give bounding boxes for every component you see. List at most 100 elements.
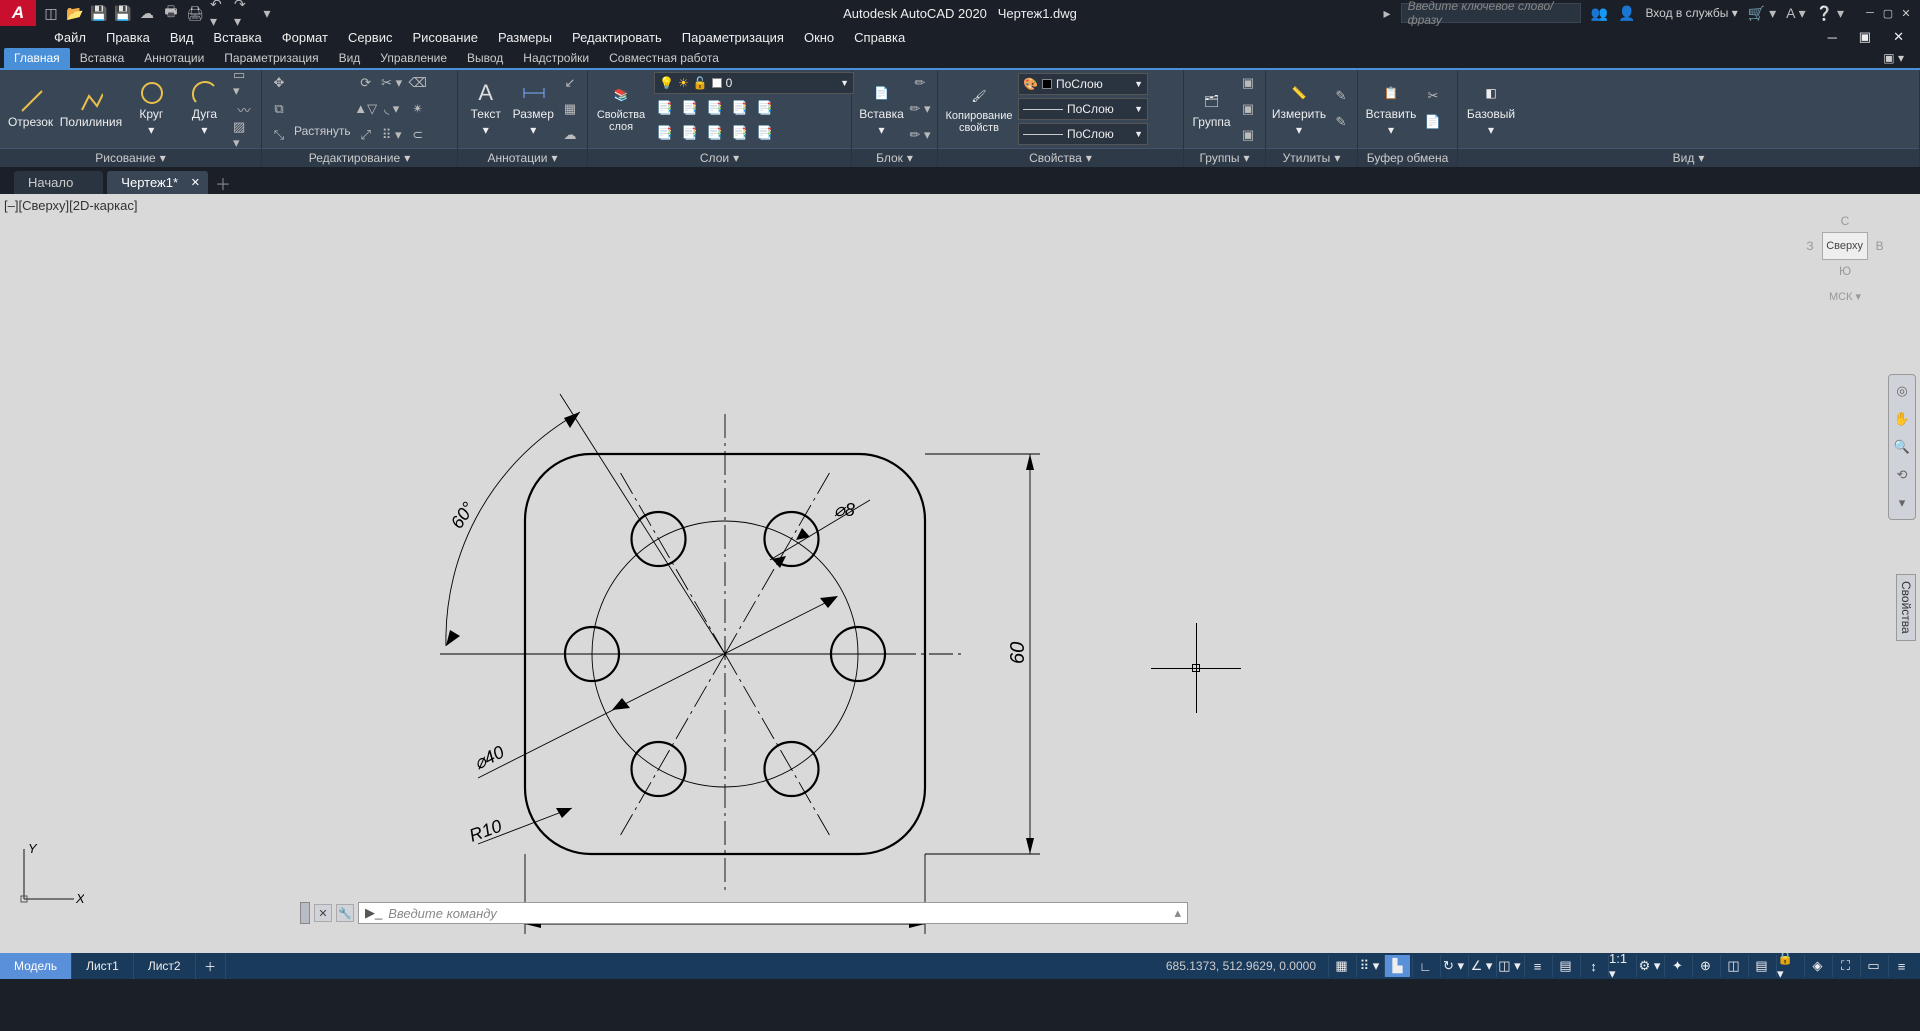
filetab-drawing1[interactable]: Чертеж1*✕ xyxy=(107,171,208,194)
close-icon[interactable]: ✕ xyxy=(191,176,200,189)
menu-dimension[interactable]: Размеры xyxy=(488,26,562,48)
layer-tool-icon[interactable]: 📑 xyxy=(704,122,726,144)
custom-icon[interactable]: ≡ xyxy=(1888,955,1914,977)
array-icon[interactable]: ⠿ ▾ xyxy=(381,124,403,146)
ribtab-parametric[interactable]: Параметризация xyxy=(214,48,328,68)
annomonitor-icon[interactable]: ⊕ xyxy=(1692,955,1718,977)
menu-file[interactable]: Файл xyxy=(44,26,96,48)
menu-modify[interactable]: Редактировать xyxy=(562,26,672,48)
layer-combo[interactable]: 💡 ☀ 🔓 0 ▼ xyxy=(654,72,854,94)
zoom-icon[interactable]: 🔍 xyxy=(1892,437,1912,457)
scale-icon[interactable]: ⤢ xyxy=(355,124,377,146)
user-icon[interactable]: 👤 xyxy=(1618,5,1635,22)
qat-more-icon[interactable]: ▾ xyxy=(258,4,276,22)
infocenter-icon[interactable]: 👥 xyxy=(1591,5,1608,22)
panel-layers-title[interactable]: Слои ▾ xyxy=(588,148,851,167)
ribtab-insert[interactable]: Вставка xyxy=(70,48,135,68)
menu-view[interactable]: Вид xyxy=(160,26,204,48)
doc-minimize-button[interactable]: ─ xyxy=(1818,26,1847,48)
saveas-icon[interactable]: 💾 xyxy=(114,4,132,22)
menu-tools[interactable]: Сервис xyxy=(338,26,403,48)
lockui-icon[interactable]: 🔒 ▾ xyxy=(1776,955,1802,977)
ribtab-view[interactable]: Вид xyxy=(329,48,371,68)
ribtab-output[interactable]: Вывод xyxy=(457,48,513,68)
snap-toggle-icon[interactable]: ⠿ ▾ xyxy=(1356,955,1382,977)
cloud-save-icon[interactable]: ☁ xyxy=(138,4,156,22)
menu-format[interactable]: Формат xyxy=(272,26,338,48)
close-button[interactable]: ✕ xyxy=(1898,5,1914,21)
otrack-toggle-icon[interactable]: ◫ ▾ xyxy=(1496,955,1522,977)
layer-tool-icon[interactable]: 📑 xyxy=(754,97,776,119)
cart-icon[interactable]: 🛒 ▾ xyxy=(1748,5,1776,22)
panel-draw-title[interactable]: Рисование ▾ xyxy=(0,148,261,167)
search-input[interactable]: Введите ключевое слово/фразу xyxy=(1401,3,1581,23)
layout-sheet1[interactable]: Лист1 xyxy=(72,953,134,979)
save-icon[interactable]: 💾 xyxy=(90,4,108,22)
layer-tool-icon[interactable]: 📑 xyxy=(679,97,701,119)
coordinates-display[interactable]: 685.1373, 512.9629, 0.0000 xyxy=(1156,959,1326,973)
properties-palette-tab[interactable]: Свойства xyxy=(1896,574,1916,641)
pan-icon[interactable]: ✋ xyxy=(1892,409,1912,429)
layer-tool-icon[interactable]: 📑 xyxy=(704,97,726,119)
undo-icon[interactable]: ↶ ▾ xyxy=(210,4,228,22)
isolate-icon[interactable]: ◈ xyxy=(1804,955,1830,977)
panel-view-title[interactable]: Вид ▾ xyxy=(1458,148,1919,167)
tool-arc[interactable]: Дуга▾ xyxy=(180,74,229,144)
workspace-icon[interactable]: ✦ xyxy=(1664,955,1690,977)
cmd-close-button[interactable]: ✕ xyxy=(314,904,332,922)
doc-close-button[interactable]: ✕ xyxy=(1883,26,1914,48)
layout-sheet2[interactable]: Лист2 xyxy=(134,953,196,979)
cloud-icon[interactable]: ☁ xyxy=(559,124,581,146)
ribtab-addins[interactable]: Надстройки xyxy=(513,48,599,68)
cmd-history-button[interactable]: ▴ xyxy=(1174,905,1181,921)
leader-icon[interactable]: ↙ xyxy=(559,72,581,94)
layer-tool-icon[interactable]: 📑 xyxy=(654,97,676,119)
showmotion-icon[interactable]: ▾ xyxy=(1892,493,1912,513)
lineweight-toggle-icon[interactable]: ≡ xyxy=(1524,955,1550,977)
copy-icon[interactable]: ⧉ xyxy=(268,98,290,120)
menu-draw[interactable]: Рисование xyxy=(402,26,487,48)
move-icon[interactable]: ✥ xyxy=(268,72,290,94)
layer-tool-icon[interactable]: 📑 xyxy=(679,122,701,144)
spline-icon[interactable]: 〰 xyxy=(233,98,255,120)
new-icon[interactable]: ◫ xyxy=(42,4,60,22)
a360-icon[interactable]: A ▾ xyxy=(1786,5,1805,22)
hatch-icon[interactable]: ▨ ▾ xyxy=(233,124,255,146)
group-icon[interactable]: ▣ xyxy=(1237,72,1259,94)
menu-window[interactable]: Окно xyxy=(794,26,844,48)
panel-block-title[interactable]: Блок ▾ xyxy=(852,148,937,167)
redo-icon[interactable]: ↷ ▾ xyxy=(234,4,252,22)
menu-insert[interactable]: Вставка xyxy=(203,26,271,48)
command-input[interactable]: ▶_ Введите команду ▴ xyxy=(358,902,1188,924)
gear-icon[interactable]: ⚙ ▾ xyxy=(1636,955,1662,977)
tool-baseview[interactable]: ◧ Базовый▾ xyxy=(1464,74,1518,144)
fillet-icon[interactable]: ◟ ▾ xyxy=(381,98,403,120)
color-combo[interactable]: 🎨 ПоСлою▼ xyxy=(1018,73,1148,95)
panel-util-title[interactable]: Утилиты ▾ xyxy=(1266,148,1357,167)
help-icon[interactable]: ❔ ▾ xyxy=(1816,5,1844,22)
layer-tool-icon[interactable]: 📑 xyxy=(729,122,751,144)
filetab-home[interactable]: Начало xyxy=(14,171,103,194)
group-icon[interactable]: ▣ xyxy=(1237,124,1259,146)
linetype-combo[interactable]: ПоСлою▼ xyxy=(1018,123,1148,145)
panel-annot-title[interactable]: Аннотации ▾ xyxy=(458,148,587,167)
orbit-icon[interactable]: ⟲ xyxy=(1892,465,1912,485)
layer-tool-icon[interactable]: 📑 xyxy=(654,122,676,144)
open-icon[interactable]: 📂 xyxy=(66,4,84,22)
panel-groups-title[interactable]: Группы ▾ xyxy=(1184,148,1265,167)
cut-icon[interactable]: ✂ xyxy=(1422,85,1444,107)
doc-restore-button[interactable]: ▣ xyxy=(1849,26,1881,48)
ribtab-collab[interactable]: Совместная работа xyxy=(599,48,729,68)
block-icon[interactable]: ✏ xyxy=(909,72,931,94)
explode-icon[interactable]: ✴ xyxy=(407,98,429,120)
menu-help[interactable]: Справка xyxy=(844,26,915,48)
menu-parametric[interactable]: Параметризация xyxy=(672,26,794,48)
transparency-icon[interactable]: ▤ xyxy=(1552,955,1578,977)
layout-model[interactable]: Модель xyxy=(0,953,72,979)
drawing-canvas[interactable]: [–][Сверху][2D-каркас] xyxy=(0,194,1920,953)
menu-edit[interactable]: Правка xyxy=(96,26,160,48)
tool-polyline[interactable]: Полилиния xyxy=(59,74,123,144)
annoscale-icon[interactable]: 1:1 ▾ xyxy=(1608,955,1634,977)
mirror-icon[interactable]: ▲▽ xyxy=(355,98,377,120)
tool-text[interactable]: A Текст▾ xyxy=(464,74,508,144)
